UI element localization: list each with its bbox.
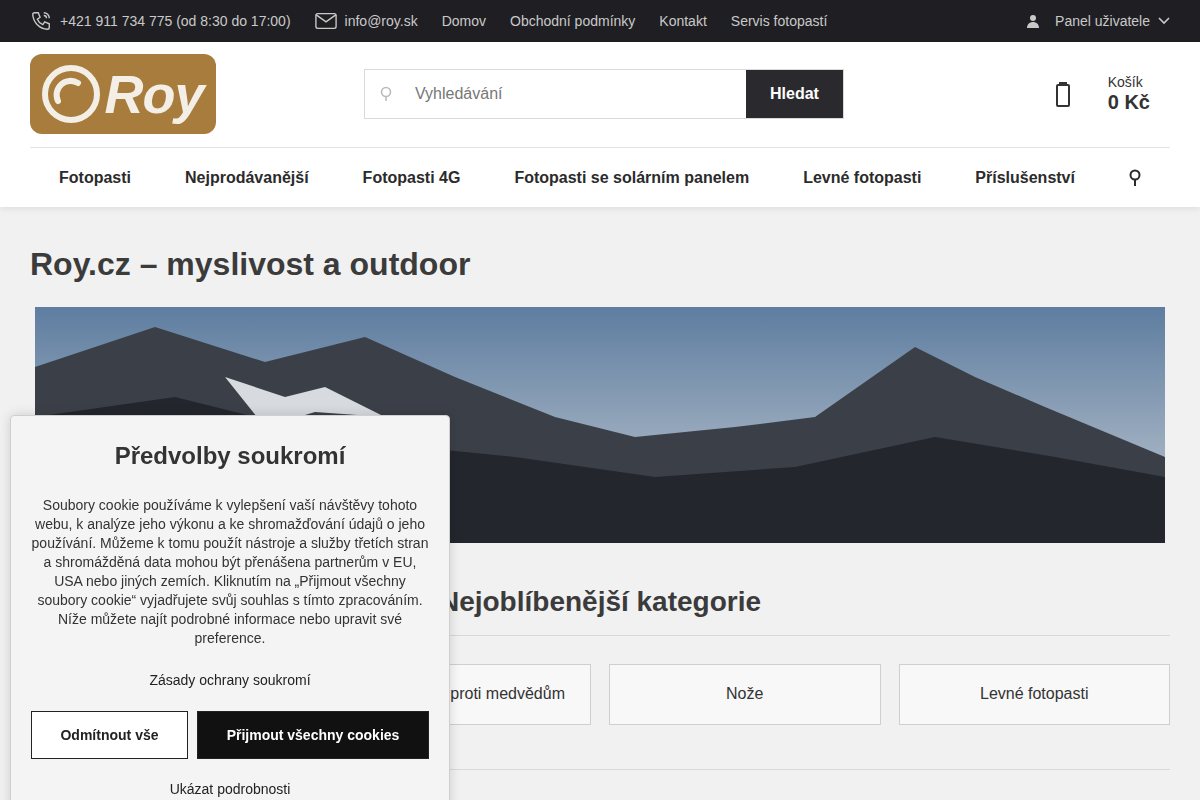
user-icon bbox=[1027, 14, 1039, 28]
email-contact[interactable]: info@roy.sk bbox=[315, 11, 418, 32]
nav-item[interactable]: Fotopasti bbox=[59, 166, 131, 190]
search-icon bbox=[380, 86, 392, 102]
user-panel[interactable]: Panel uživatele bbox=[1027, 11, 1170, 32]
nav-item[interactable]: Fotopasti 4G bbox=[363, 166, 461, 190]
top-link[interactable]: Servis fotopastí bbox=[731, 11, 828, 32]
cart-icon bbox=[1056, 81, 1070, 107]
category-box[interactable]: Nože bbox=[609, 664, 881, 725]
category-label[interactable]: Levné fotopasti bbox=[980, 682, 1089, 706]
search-form: Hledat bbox=[364, 69, 844, 119]
cart-label: Košík bbox=[1108, 74, 1150, 91]
nav-item[interactable]: Fotopasti se solárním panelem bbox=[514, 166, 749, 190]
cart-total: 0 Kč bbox=[1108, 90, 1150, 114]
top-link[interactable]: Obchodní podmínky bbox=[510, 11, 635, 32]
nav-item[interactable]: Příslušenství bbox=[975, 166, 1075, 190]
cookie-buttons: Odmítnout všePřijmout všechny cookies bbox=[31, 711, 429, 759]
search-button[interactable]: Hledat bbox=[746, 70, 843, 118]
phone-number[interactable]: +421 911 734 775 (od 8:30 do 17:00) bbox=[60, 11, 291, 32]
category-box[interactable]: Levné fotopasti bbox=[899, 664, 1171, 725]
cookie-text: Soubory cookie používáme k vylepšení vaš… bbox=[31, 496, 429, 648]
mail-icon bbox=[315, 12, 337, 30]
search-icon[interactable] bbox=[1129, 169, 1141, 187]
logo-text: Roy bbox=[104, 67, 203, 121]
header: Roy Hledat Košík 0 Kč Fotopasti Nejprodáv… bbox=[0, 42, 1200, 207]
phone-icon bbox=[30, 10, 52, 32]
top-link[interactable]: Kontakt bbox=[659, 11, 706, 32]
top-bar: +421 911 734 775 (od 8:30 do 17:00) info… bbox=[0, 0, 1200, 42]
top-links: Domov Obchodní podmínky Kontakt Servis foto… bbox=[442, 11, 828, 32]
email-address[interactable]: info@roy.sk bbox=[345, 11, 418, 32]
privacy-policy-link[interactable]: Zásady ochrany soukromí bbox=[31, 670, 429, 691]
nav-item[interactable]: Nejprodávanější bbox=[185, 166, 309, 190]
cart[interactable]: Košík 0 Kč bbox=[1056, 74, 1150, 115]
user-panel-label[interactable]: Panel uživatele bbox=[1055, 11, 1150, 32]
show-details-link[interactable]: Ukázat podrobnosti bbox=[31, 779, 429, 800]
cookie-dialog: Předvolby soukromí Soubory cookie použív… bbox=[10, 415, 450, 800]
top-link[interactable]: Domov bbox=[442, 11, 486, 32]
page-title: Roy.cz – myslivost a outdoor bbox=[30, 245, 1170, 283]
cookie-title: Předvolby soukromí bbox=[31, 438, 429, 474]
accept-all-button[interactable]: Přijmout všechny cookies bbox=[197, 711, 429, 759]
category-label[interactable]: ej proti medvědům bbox=[433, 682, 565, 706]
logo[interactable]: Roy bbox=[30, 54, 216, 134]
search-input[interactable] bbox=[407, 70, 746, 118]
chevron-down-icon bbox=[1158, 17, 1170, 25]
nav-item[interactable]: Levné fotopasti bbox=[803, 166, 921, 190]
category-label[interactable]: Nože bbox=[726, 682, 763, 706]
logo-swirl-icon bbox=[42, 65, 100, 123]
reject-all-button[interactable]: Odmítnout vše bbox=[31, 711, 188, 759]
main-nav: Fotopasti Nejprodávanější Fotopasti 4G Foto… bbox=[30, 147, 1170, 207]
phone-contact[interactable]: +421 911 734 775 (od 8:30 do 17:00) bbox=[30, 10, 291, 32]
